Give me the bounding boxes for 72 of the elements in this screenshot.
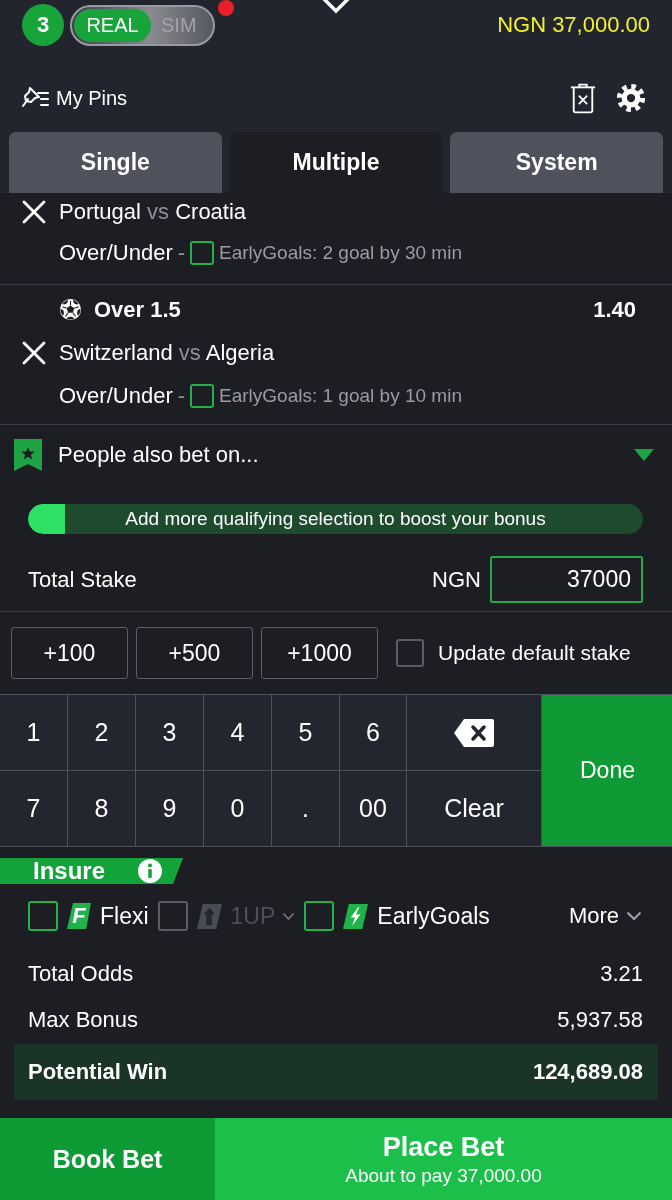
- bet-type-tab[interactable]: Multiple: [229, 132, 443, 193]
- keypad-key[interactable]: 00: [340, 771, 406, 846]
- pin-list-icon: [22, 86, 50, 110]
- bet-count-badge: 3: [22, 4, 64, 46]
- insurance-checkbox[interactable]: [304, 901, 335, 931]
- bonus-progress-text: Add more qualifying selection to boost your bonus: [125, 508, 546, 530]
- balance-amount: NGN 37,000.00: [497, 12, 650, 38]
- match-name: Switzerland vs Algeria: [59, 339, 275, 366]
- addon-label: EarlyGoals: 2 goal by 30 min: [219, 241, 462, 264]
- summary-label: Total Odds: [28, 961, 134, 987]
- keypad-key[interactable]: Clear: [407, 771, 541, 846]
- insurance-checkbox[interactable]: [28, 901, 58, 931]
- keypad-key[interactable]: 4: [204, 695, 271, 770]
- addon-checkbox[interactable]: [190, 383, 215, 408]
- flexi-badge: F: [67, 903, 91, 929]
- bet-type-tab[interactable]: Single: [9, 132, 222, 193]
- keypad-key[interactable]: 5: [272, 695, 339, 770]
- selection-odds: 1.40: [593, 296, 636, 323]
- summary-value: 3.21: [600, 961, 643, 987]
- place-bet-label: Place Bet: [382, 1131, 505, 1163]
- keypad-key[interactable]: 9: [136, 771, 203, 846]
- quick-stake-button[interactable]: +100: [11, 627, 128, 679]
- keypad-key[interactable]: 3: [136, 695, 203, 770]
- chevron-down-icon: [626, 911, 642, 921]
- insure-label: Insure: [33, 857, 106, 885]
- book-bet-button[interactable]: Book Bet: [0, 1118, 215, 1200]
- potential-win-value: 124,689.08: [532, 1059, 643, 1085]
- keypad-key[interactable]: 0: [204, 771, 271, 846]
- keypad-key[interactable]: 7: [0, 771, 67, 846]
- default-stake-label[interactable]: Update default stake: [438, 641, 631, 665]
- soccer-ball-icon: [59, 298, 82, 321]
- market-name: Over/Under: [59, 382, 173, 409]
- addon-checkbox[interactable]: [190, 240, 215, 265]
- close-icon[interactable]: [22, 340, 46, 365]
- separator-dash: -: [177, 382, 186, 409]
- keypad-key[interactable]: 2: [68, 695, 135, 770]
- insurance-label[interactable]: EarlyGoals: [377, 902, 490, 930]
- close-icon[interactable]: [22, 200, 46, 224]
- keypad-key[interactable]: .: [272, 771, 339, 846]
- quick-stake-button[interactable]: +500: [136, 627, 253, 679]
- summary-label: Max Bonus: [28, 1007, 139, 1033]
- match-name: Portugal vs Croatia: [59, 199, 247, 225]
- my-pins-button[interactable]: My Pins: [22, 86, 128, 110]
- default-stake-checkbox[interactable]: [396, 639, 424, 667]
- info-icon[interactable]: [138, 859, 163, 883]
- also-bet-label[interactable]: People also bet on...: [58, 442, 259, 468]
- keypad-key[interactable]: 1: [0, 695, 67, 770]
- insurance-label[interactable]: Flexi: [100, 902, 149, 930]
- settings-icon[interactable]: [616, 83, 646, 113]
- backspace-icon: [453, 717, 495, 748]
- potential-win-label: Potential Win: [28, 1059, 168, 1085]
- bet-type-tab[interactable]: System: [450, 132, 663, 193]
- summary-value: 5,937.58: [557, 1007, 643, 1033]
- up-arrow-icon: [196, 903, 222, 929]
- lightning-icon: [343, 903, 369, 929]
- more-button[interactable]: More: [568, 903, 642, 929]
- separator-dash: -: [177, 239, 186, 266]
- total-stake-label: Total Stake: [28, 566, 137, 593]
- bookmark-star-icon: [14, 439, 42, 471]
- quick-stake-button[interactable]: +1000: [261, 627, 378, 679]
- addon-label: EarlyGoals: 1 goal by 10 min: [219, 384, 462, 407]
- market-name: Over/Under: [59, 239, 173, 266]
- backspace-key[interactable]: [407, 695, 541, 770]
- keypad-key[interactable]: 6: [340, 695, 406, 770]
- trash-icon[interactable]: [570, 81, 596, 115]
- payment-amount-text: About to pay 37,000.00: [345, 1164, 542, 1187]
- keypad-key[interactable]: 8: [68, 771, 135, 846]
- selection-pick: Over 1.5: [94, 296, 181, 323]
- done-button[interactable]: Done: [542, 695, 672, 846]
- caret-icon[interactable]: [634, 449, 654, 461]
- currency-label: NGN: [432, 566, 481, 593]
- stake-input-field[interactable]: 37000: [490, 556, 643, 603]
